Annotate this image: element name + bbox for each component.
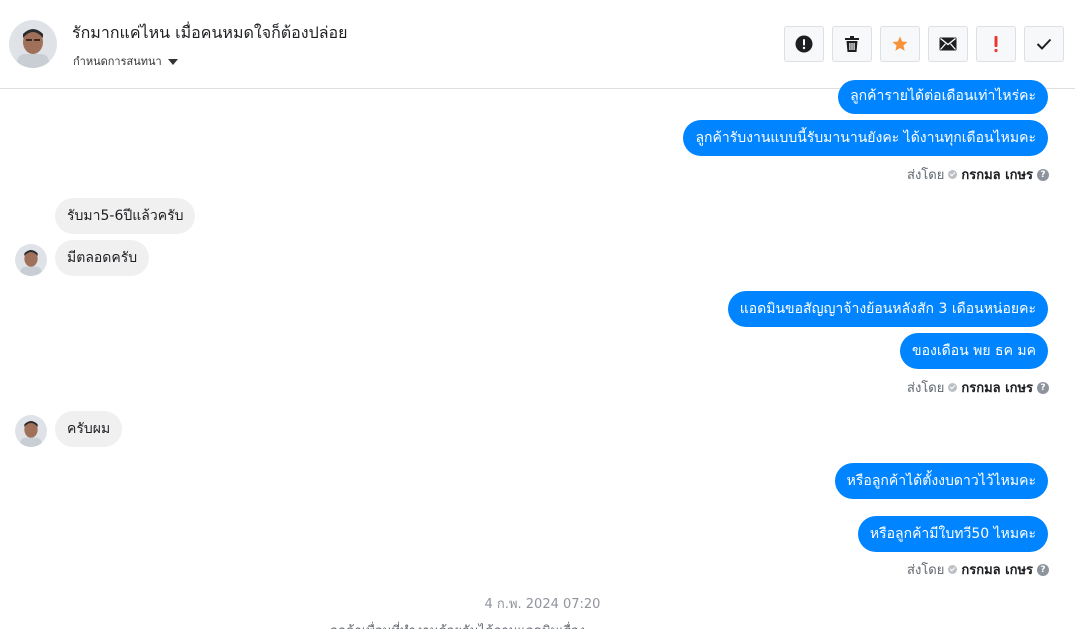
partial-message: ลูกค้าเพื่อนที่ทำงานด้วยกันได้ถามแอดมินเ… <box>330 620 585 629</box>
message-outgoing[interactable]: หรือลูกค้ามีใบทวี50 ไหมคะ <box>857 516 1048 552</box>
check-icon <box>948 170 958 179</box>
message-outgoing[interactable]: แอดมินขอสัญญาจ้างย้อนหลังสัก 3 เดือนหน่อ… <box>727 291 1048 327</box>
message-outgoing[interactable]: ลูกค้ารายได้ต่อเดือนเท่าไหร่คะ <box>838 80 1048 114</box>
exclamation-icon <box>994 36 998 53</box>
conversation-options-label: กำหนดการสนทนา <box>73 55 162 68</box>
conversation-options-dropdown[interactable]: กำหนดการสนทนา <box>73 52 178 70</box>
conversation-title: รักมากแค่ไหน เมื่อคนหมดใจก็ต้องปล่อย <box>72 23 348 42</box>
check-icon <box>948 383 958 392</box>
message-incoming[interactable]: ครับผม <box>55 411 123 447</box>
important-button[interactable] <box>976 26 1016 62</box>
help-icon[interactable]: ? <box>1037 563 1049 576</box>
sender-name: กรกมล เกษร <box>961 168 1033 183</box>
help-icon[interactable]: ? <box>1037 168 1049 181</box>
message-outgoing[interactable]: หรือลูกค้าได้ตั้งงบดาวไว้ไหมคะ <box>834 463 1048 499</box>
sender-name: กรกมล เกษร <box>961 381 1033 396</box>
sent-by-prefix: ส่งโดย <box>907 381 945 396</box>
mail-button[interactable] <box>928 26 968 62</box>
star-icon <box>892 36 908 51</box>
conversation-header: รักมากแค่ไหน เมื่อคนหมดใจก็ต้องปล่อย กำห… <box>0 0 1075 89</box>
check-icon <box>948 565 958 574</box>
done-button[interactable] <box>1024 26 1064 62</box>
sent-by-label: ส่งโดย กรกมล เกษร ? <box>907 377 1049 398</box>
check-icon <box>1036 38 1052 50</box>
exclamation-circle-icon <box>795 35 813 53</box>
header-actions <box>784 26 1064 62</box>
alert-button[interactable] <box>784 26 824 62</box>
avatar <box>15 415 47 447</box>
avatar[interactable] <box>9 20 57 68</box>
sender-name: กรกมล เกษร <box>961 563 1033 578</box>
message-outgoing[interactable]: ลูกค้ารับงานแบบนี้รับมานานยังคะ ได้งานทุ… <box>683 120 1048 156</box>
sent-by-label: ส่งโดย กรกมล เกษร ? <box>907 164 1049 185</box>
trash-icon <box>845 36 859 52</box>
help-icon[interactable]: ? <box>1037 381 1049 394</box>
sent-by-label: ส่งโดย กรกมล เกษร ? <box>907 559 1049 580</box>
message-incoming[interactable]: มีตลอดครับ <box>55 240 150 276</box>
avatar <box>15 244 47 276</box>
delete-button[interactable] <box>832 26 872 62</box>
envelope-icon <box>939 37 957 51</box>
sent-by-prefix: ส่งโดย <box>907 563 945 578</box>
sent-by-prefix: ส่งโดย <box>907 168 945 183</box>
caret-down-icon <box>167 58 178 65</box>
message-outgoing[interactable]: ของเดือน พย ธค มค <box>900 333 1048 369</box>
message-timestamp: 4 ก.พ. 2024 07:20 <box>484 597 601 612</box>
star-button[interactable] <box>880 26 920 62</box>
message-incoming[interactable]: รับมา5-6ปีแล้วครับ <box>55 198 196 234</box>
